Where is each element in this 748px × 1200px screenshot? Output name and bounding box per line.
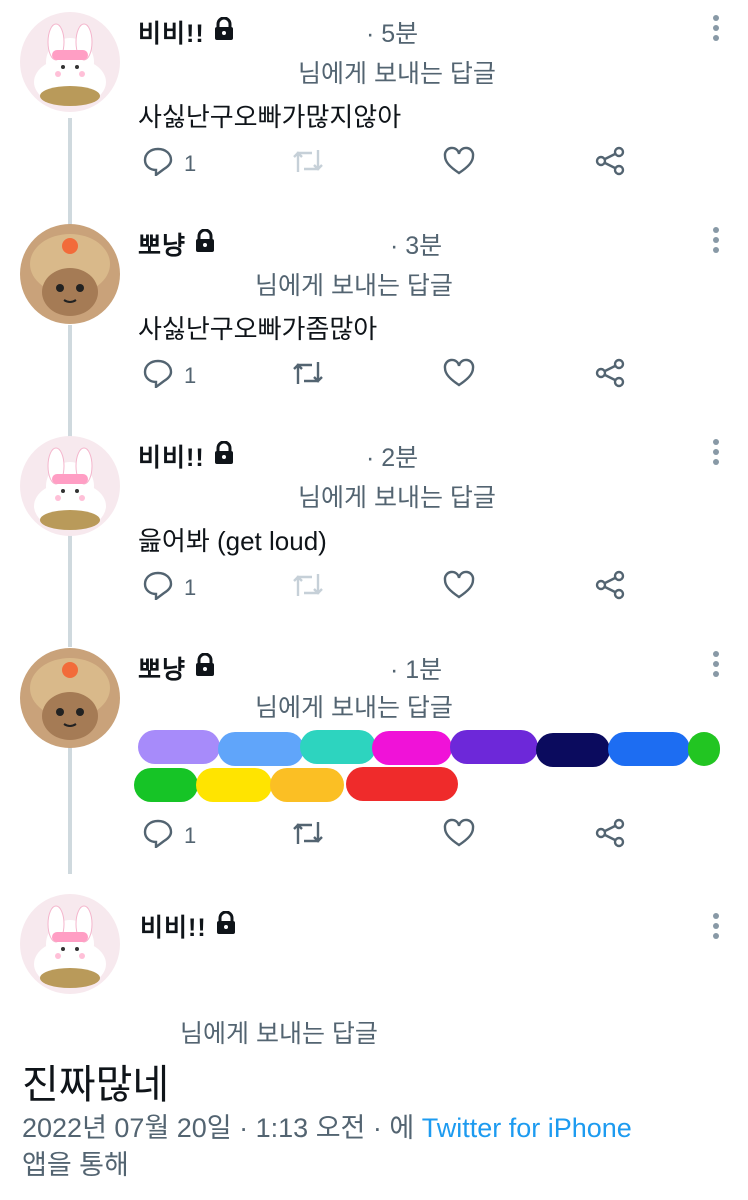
more-icon[interactable] [712,912,720,945]
avatar[interactable] [20,436,120,536]
reply-button[interactable]: 1 [142,570,196,606]
redaction-scribble [688,732,720,766]
tweet-text: 읊어봐 (get loud) [138,526,327,556]
retweet-icon [290,146,326,182]
reply-icon [142,818,174,854]
main-reply-to: 님에게 보내는 답글 [180,1020,378,1048]
redaction-scribble [218,732,304,766]
retweet-button[interactable] [290,818,326,854]
like-button[interactable] [443,818,475,854]
retweet-icon [290,818,326,854]
tweet-actions: 1 [138,570,638,610]
share-icon [594,146,626,182]
thread-line [68,744,72,874]
more-icon[interactable] [712,438,720,471]
lock-icon [215,910,237,942]
more-icon[interactable] [712,14,720,47]
reply-icon [142,146,174,182]
like-button[interactable] [443,358,475,394]
share-button[interactable] [594,358,626,394]
reply-to: 님에게 보내는 답글 [298,60,496,88]
reply-button[interactable]: 1 [142,818,196,854]
like-button[interactable] [443,570,475,606]
tweet-meta: 2022년 07월 20일 · 1:13 오전 · 에 Twitter for … [22,1110,712,1184]
source-link[interactable]: Twitter for iPhone [422,1113,632,1143]
retweet-icon [290,570,326,606]
timestamp[interactable]: · 1분 [390,650,442,686]
main-display-name[interactable]: 비비!! [140,908,237,944]
redaction-scribble [346,767,458,801]
more-icon[interactable] [712,226,720,259]
share-button[interactable] [594,570,626,606]
share-icon [594,818,626,854]
lock-icon [213,440,235,472]
redaction-scribble [270,768,344,802]
retweet-icon [290,358,326,394]
share-button[interactable] [594,146,626,182]
reply-button[interactable]: 1 [142,358,196,394]
timestamp[interactable]: · 2분 [366,438,418,474]
main-avatar[interactable] [20,894,120,994]
reply-to: 님에게 보내는 답글 [298,484,496,512]
display-name[interactable]: 뽀냥 [138,650,216,686]
tweet-actions: 1 [138,818,638,858]
thread-line [68,118,72,228]
redaction-scribble [138,730,220,764]
reply-icon [142,570,174,606]
retweet-button[interactable] [290,570,326,606]
avatar[interactable] [20,648,120,748]
retweet-button[interactable] [290,146,326,182]
reply-to: 님에게 보내는 답글 [255,272,453,300]
share-icon [594,570,626,606]
redaction-scribble [300,730,376,764]
timestamp[interactable]: · 3분 [390,226,442,262]
redaction-scribble [196,768,272,802]
like-button[interactable] [443,146,475,182]
share-icon [594,358,626,394]
main-tweet-text: 진짜많네 [22,1063,170,1107]
like-icon [443,358,475,394]
timestamp[interactable]: · 5분 [366,14,418,50]
tweet-text: 사싫난구오빠가좀많아 [138,314,378,344]
redaction-scribble [608,732,690,766]
tweet-actions: 1 [138,358,638,398]
reply-to: 님에게 보내는 답글 [255,694,453,722]
reply-button[interactable]: 1 [142,146,196,182]
like-icon [443,818,475,854]
display-name[interactable]: 뽀냥 [138,226,216,262]
reply-icon [142,358,174,394]
share-button[interactable] [594,818,626,854]
thread-line [68,325,72,440]
lock-icon [194,652,216,684]
redaction-scribble [134,768,198,802]
like-icon [443,146,475,182]
tweet-actions: 1 [138,146,638,186]
redaction-scribble [450,730,538,764]
display-name[interactable]: 비비!! [138,14,235,50]
like-icon [443,570,475,606]
avatar[interactable] [20,12,120,112]
source-suffix: 앱을 통해 [22,1150,129,1180]
retweet-button[interactable] [290,358,326,394]
lock-icon [194,228,216,260]
avatar[interactable] [20,224,120,324]
tweet-date[interactable]: 2022년 07월 20일 · 1:13 오전 · 에 [22,1113,414,1143]
redaction-scribble [372,731,452,765]
tweet-text: 사싫난구오빠가많지않아 [138,102,402,132]
thread-line [68,532,72,647]
redaction-scribble [536,733,610,767]
lock-icon [213,16,235,48]
display-name[interactable]: 비비!! [138,438,235,474]
more-icon[interactable] [712,650,720,683]
